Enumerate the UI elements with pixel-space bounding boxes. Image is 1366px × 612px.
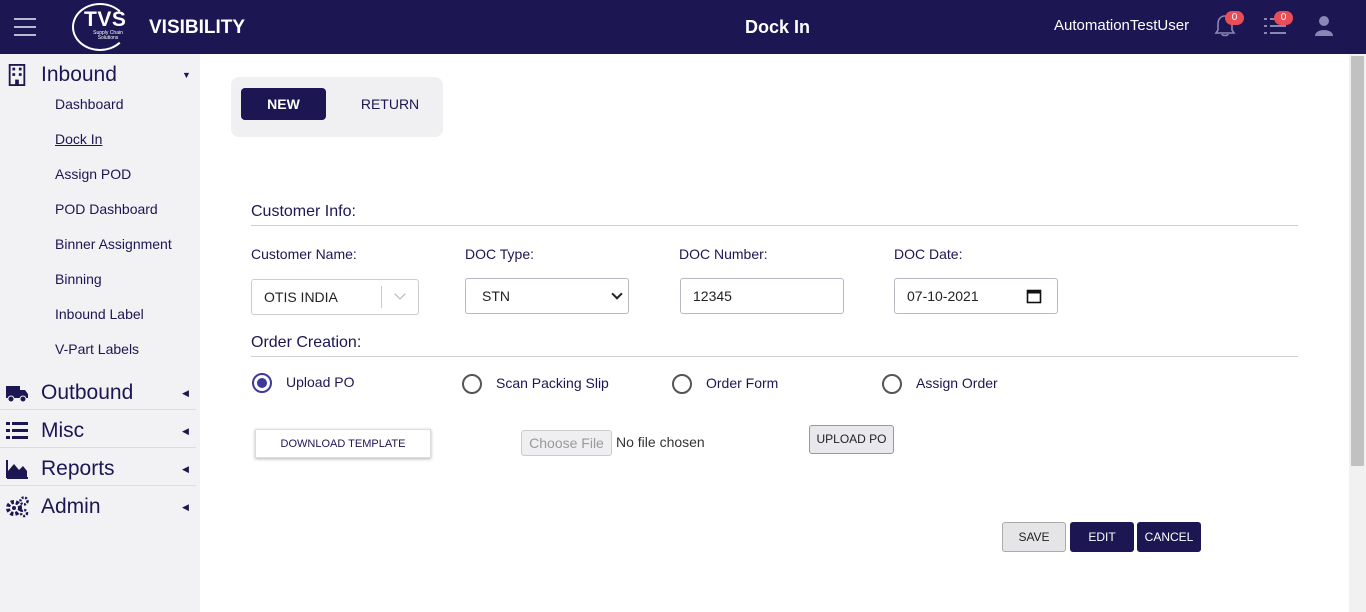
- radio-upload-po[interactable]: [252, 373, 272, 393]
- user-name[interactable]: AutomationTestUser: [1054, 17, 1189, 34]
- user-icon[interactable]: [1314, 14, 1334, 38]
- sidebar-subitem-dock-in[interactable]: Dock In: [55, 131, 102, 147]
- radio-label-assign-order[interactable]: Assign Order: [916, 375, 998, 391]
- truck-icon: [6, 386, 28, 403]
- calendar-icon[interactable]: [1026, 288, 1042, 304]
- sidebar-subitem-pod-dashboard[interactable]: POD Dashboard: [55, 201, 158, 217]
- doc-number-field[interactable]: 12345: [680, 278, 844, 314]
- caret-down-icon: ▼: [182, 70, 191, 80]
- list-icon: [6, 422, 28, 439]
- sidebar-subitem-dashboard[interactable]: Dashboard: [55, 96, 124, 112]
- radio-label-scan-packing-slip[interactable]: Scan Packing Slip: [496, 375, 609, 391]
- customer-info-title: Customer Info:: [251, 203, 356, 220]
- sidebar-subitem-v-part-labels[interactable]: V-Part Labels: [55, 341, 139, 357]
- sidebar-item-label: Misc: [41, 419, 85, 442]
- sidebar-item-admin[interactable]: Admin ◀: [0, 488, 196, 524]
- sidebar-item-inbound[interactable]: Inbound ▼: [0, 56, 196, 92]
- main-content: NEW RETURN Customer Info: Customer Name:…: [200, 54, 1349, 612]
- customer-name-value: OTIS INDIA: [264, 289, 338, 305]
- brand-name: VISIBILITY: [149, 17, 246, 38]
- caret-left-icon: ◀: [182, 388, 189, 398]
- sidebar-subitem-assign-pod[interactable]: Assign POD: [55, 166, 131, 182]
- top-bar: TVS Supply Chain Solutions VISIBILITY Do…: [0, 0, 1366, 54]
- divider: [251, 356, 1298, 357]
- select-separator: [381, 286, 382, 308]
- logo-text: TVS: [84, 8, 127, 31]
- doc-type-label: DOC Type:: [465, 246, 534, 262]
- customer-name-label: Customer Name:: [251, 246, 357, 262]
- tab-new[interactable]: NEW: [241, 88, 326, 120]
- save-button[interactable]: SAVE: [1002, 522, 1066, 552]
- radio-label-upload-po[interactable]: Upload PO: [286, 374, 354, 390]
- file-status-text: No file chosen: [616, 434, 705, 450]
- notifications-badge: 0: [1225, 11, 1244, 25]
- edit-button[interactable]: EDIT: [1070, 522, 1134, 552]
- radio-order-form[interactable]: [672, 374, 692, 394]
- cancel-button[interactable]: CANCEL: [1137, 522, 1201, 552]
- scrollbar-thumb[interactable]: [1351, 56, 1364, 466]
- area-chart-icon: [6, 460, 28, 479]
- order-creation-title: Order Creation:: [251, 334, 362, 351]
- sidebar-item-misc[interactable]: Misc ◀: [0, 412, 196, 448]
- sidebar-subitem-inbound-label[interactable]: Inbound Label: [55, 306, 144, 322]
- sidebar-item-label: Admin: [41, 495, 101, 518]
- hamburger-menu-icon[interactable]: [14, 18, 36, 36]
- doc-date-value: 07-10-2021: [907, 288, 979, 304]
- sidebar-item-label: Inbound: [41, 63, 117, 86]
- doc-type-select[interactable]: STN: [465, 278, 629, 314]
- sidebar-item-outbound[interactable]: Outbound ◀: [0, 374, 196, 410]
- tab-return[interactable]: RETURN: [346, 88, 434, 120]
- sidebar-item-label: Outbound: [41, 381, 134, 404]
- doc-number-value: 12345: [693, 288, 732, 304]
- tasks-badge: 0: [1274, 11, 1293, 25]
- radio-scan-packing-slip[interactable]: [462, 374, 482, 394]
- caret-left-icon: ◀: [182, 502, 189, 512]
- sidebar-subitem-binner-assignment[interactable]: Binner Assignment: [55, 236, 172, 252]
- divider: [251, 225, 1298, 226]
- doc-date-label: DOC Date:: [894, 246, 963, 262]
- customer-name-select[interactable]: OTIS INDIA: [251, 279, 419, 315]
- caret-left-icon: ◀: [182, 426, 189, 436]
- sidebar-subitem-binning[interactable]: Binning: [55, 271, 102, 287]
- doc-number-label: DOC Number:: [679, 246, 768, 262]
- choose-file-button[interactable]: Choose File: [521, 430, 612, 456]
- sidebar-item-label: Reports: [41, 457, 115, 480]
- upload-po-button[interactable]: UPLOAD PO: [809, 425, 894, 454]
- sidebar: Inbound ▼ Dashboard Dock In Assign POD P…: [0, 54, 200, 612]
- doc-type-value: STN: [482, 288, 510, 304]
- logo-subtext: Supply Chain Solutions: [93, 30, 123, 41]
- caret-left-icon: ◀: [182, 464, 189, 474]
- sidebar-item-reports[interactable]: Reports ◀: [0, 450, 196, 486]
- building-icon: [8, 64, 26, 86]
- radio-label-order-form[interactable]: Order Form: [706, 375, 778, 391]
- radio-assign-order[interactable]: [882, 374, 902, 394]
- download-template-button[interactable]: DOWNLOAD TEMPLATE: [255, 429, 431, 458]
- cogs-icon: [6, 496, 29, 518]
